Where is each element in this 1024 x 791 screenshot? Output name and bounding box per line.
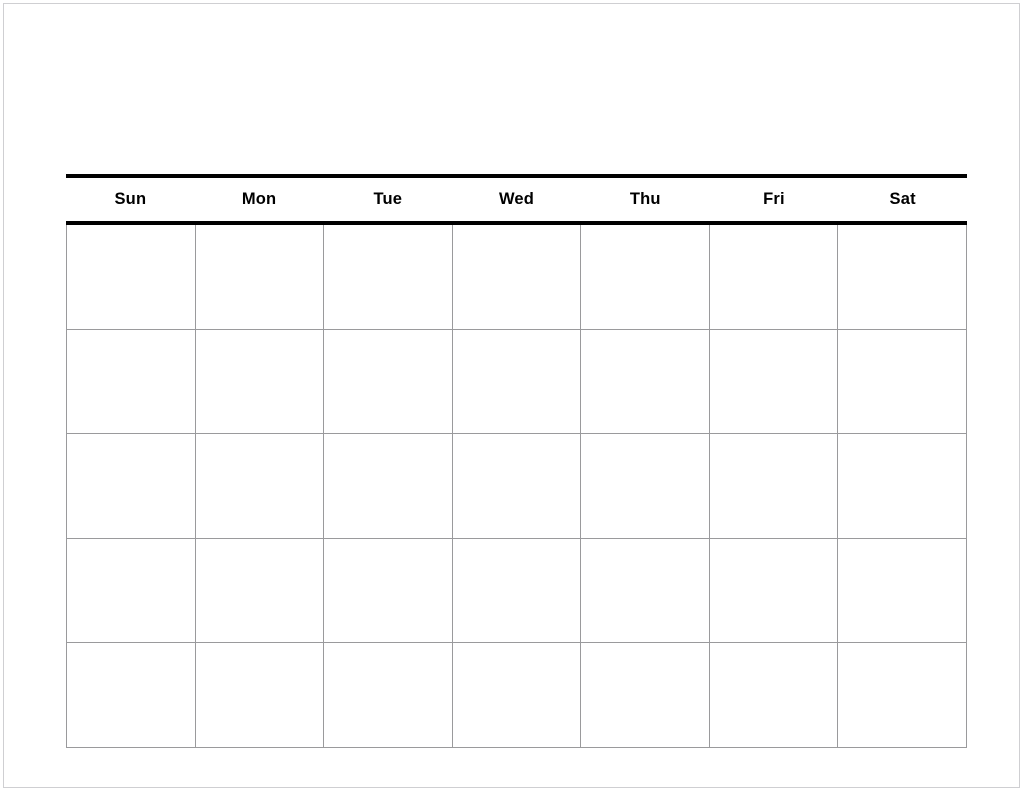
day-cell[interactable] xyxy=(452,434,582,539)
weekday-header-sat: Sat xyxy=(889,190,916,209)
weekday-header-tue: Tue xyxy=(373,190,403,209)
calendar-week-row xyxy=(67,225,968,330)
calendar-grid xyxy=(66,225,968,748)
day-cell[interactable] xyxy=(195,643,325,748)
day-cell[interactable] xyxy=(195,329,325,435)
day-cell[interactable] xyxy=(709,329,839,435)
day-cell[interactable] xyxy=(838,434,968,539)
day-cell[interactable] xyxy=(452,538,582,644)
calendar-week-row xyxy=(67,538,968,644)
day-cell[interactable] xyxy=(581,434,710,539)
day-cell[interactable] xyxy=(452,329,582,435)
day-cell[interactable] xyxy=(709,538,839,644)
day-cell[interactable] xyxy=(838,225,968,330)
day-cell[interactable] xyxy=(709,225,839,330)
page-frame: Sun Mon Tue Wed Thu Fri Sat xyxy=(3,3,1020,788)
calendar-week-row xyxy=(67,643,968,748)
day-cell[interactable] xyxy=(838,538,968,644)
day-cell[interactable] xyxy=(581,643,710,748)
day-cell[interactable] xyxy=(195,434,325,539)
day-cell[interactable] xyxy=(195,538,325,644)
day-cell[interactable] xyxy=(709,643,839,748)
day-cell[interactable] xyxy=(838,643,968,748)
weekday-header-sun: Sun xyxy=(114,190,147,209)
day-cell[interactable] xyxy=(581,329,710,435)
day-cell[interactable] xyxy=(324,538,453,644)
day-cell[interactable] xyxy=(67,329,196,435)
weekday-header-fri: Fri xyxy=(763,190,785,209)
weekday-header-thu: Thu xyxy=(629,190,661,209)
day-cell[interactable] xyxy=(709,434,839,539)
day-cell[interactable] xyxy=(195,225,325,330)
day-cell[interactable] xyxy=(581,225,710,330)
day-cell[interactable] xyxy=(67,434,196,539)
day-cell[interactable] xyxy=(324,643,453,748)
calendar-table: Sun Mon Tue Wed Thu Fri Sat xyxy=(66,174,968,748)
weekday-header-row: Sun Mon Tue Wed Thu Fri Sat xyxy=(66,178,967,221)
weekday-header-mon: Mon xyxy=(241,190,277,209)
day-cell[interactable] xyxy=(838,329,968,435)
day-cell[interactable] xyxy=(67,225,196,330)
day-cell[interactable] xyxy=(452,643,582,748)
day-cell[interactable] xyxy=(581,538,710,644)
calendar-week-row xyxy=(67,329,968,435)
calendar-week-row xyxy=(67,434,968,539)
day-cell[interactable] xyxy=(67,643,196,748)
day-cell[interactable] xyxy=(324,329,453,435)
weekday-header-wed: Wed xyxy=(498,190,535,209)
day-cell[interactable] xyxy=(67,538,196,644)
day-cell[interactable] xyxy=(324,225,453,330)
day-cell[interactable] xyxy=(324,434,453,539)
day-cell[interactable] xyxy=(452,225,582,330)
